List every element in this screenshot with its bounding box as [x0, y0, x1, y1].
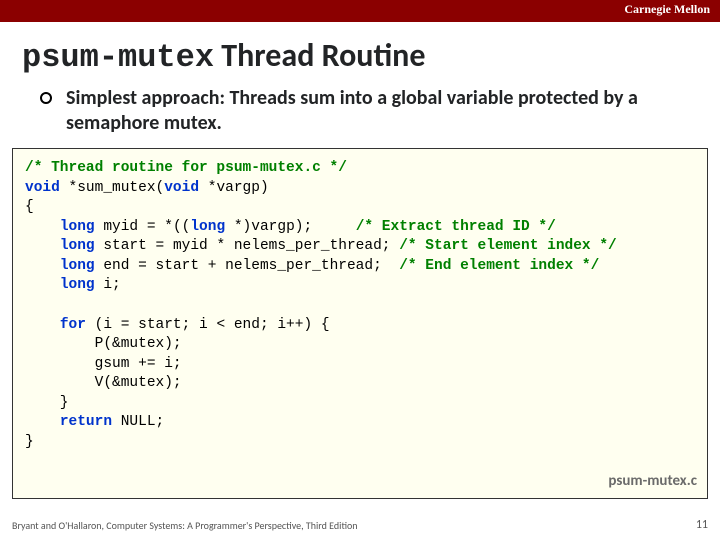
code-text: *sum_mutex( [60, 180, 164, 196]
code-keyword: return [60, 414, 112, 430]
title-code: psum-mutex [22, 39, 214, 76]
code-text: myid = *(( [95, 219, 191, 235]
code-comment: /* Start element index */ [399, 238, 617, 254]
code-keyword: long [190, 219, 225, 235]
bullet-item: Simplest approach: Threads sum into a gl… [40, 86, 660, 136]
page-number: 11 [696, 518, 708, 532]
code-text: V(&mutex); [25, 375, 182, 391]
footer: Bryant and O'Hallaron, Computer Systems:… [12, 518, 708, 532]
code-comment: /* Thread routine for psum-mutex.c */ [25, 160, 347, 176]
code-text: gsum += i; [25, 356, 182, 372]
file-label: psum-mutex.c [608, 471, 697, 491]
code-keyword: long [60, 219, 95, 235]
bullet-marker-icon [40, 92, 52, 104]
code-keyword: for [60, 317, 86, 333]
code-text: end = start + nelems_per_thread; [95, 258, 400, 274]
code-text: } [25, 434, 34, 450]
header-bar: Carnegie Mellon [0, 0, 720, 22]
code-text: P(&mutex); [25, 336, 182, 352]
bullet-list: Simplest approach: Threads sum into a gl… [40, 86, 720, 136]
bullet-text: Simplest approach: Threads sum into a gl… [66, 86, 660, 136]
code-block: /* Thread routine for psum-mutex.c */ vo… [12, 148, 708, 499]
code-text: (i = start; i < end; i++) { [86, 317, 330, 333]
title-rest: Thread Routine [214, 36, 425, 75]
slide-title: psum-mutex Thread Routine [22, 36, 720, 76]
code-comment: /* Extract thread ID */ [356, 219, 556, 235]
code-text: { [25, 199, 34, 215]
code-keyword: long [60, 277, 95, 293]
code-text: i; [95, 277, 121, 293]
slide: Carnegie Mellon psum-mutex Thread Routin… [0, 0, 720, 540]
code-keyword: long [60, 258, 95, 274]
code-text: *)vargp); [225, 219, 356, 235]
code-keyword: long [60, 238, 95, 254]
code-text: start = myid * nelems_per_thread; [95, 238, 400, 254]
code-comment: /* End element index */ [399, 258, 599, 274]
footer-attribution: Bryant and O'Hallaron, Computer Systems:… [12, 519, 358, 532]
code-text: } [25, 395, 69, 411]
brand-label: Carnegie Mellon [624, 2, 710, 17]
code-keyword: void [164, 180, 199, 196]
code-text: NULL; [112, 414, 164, 430]
code-text: *vargp) [199, 180, 269, 196]
code-keyword: void [25, 180, 60, 196]
